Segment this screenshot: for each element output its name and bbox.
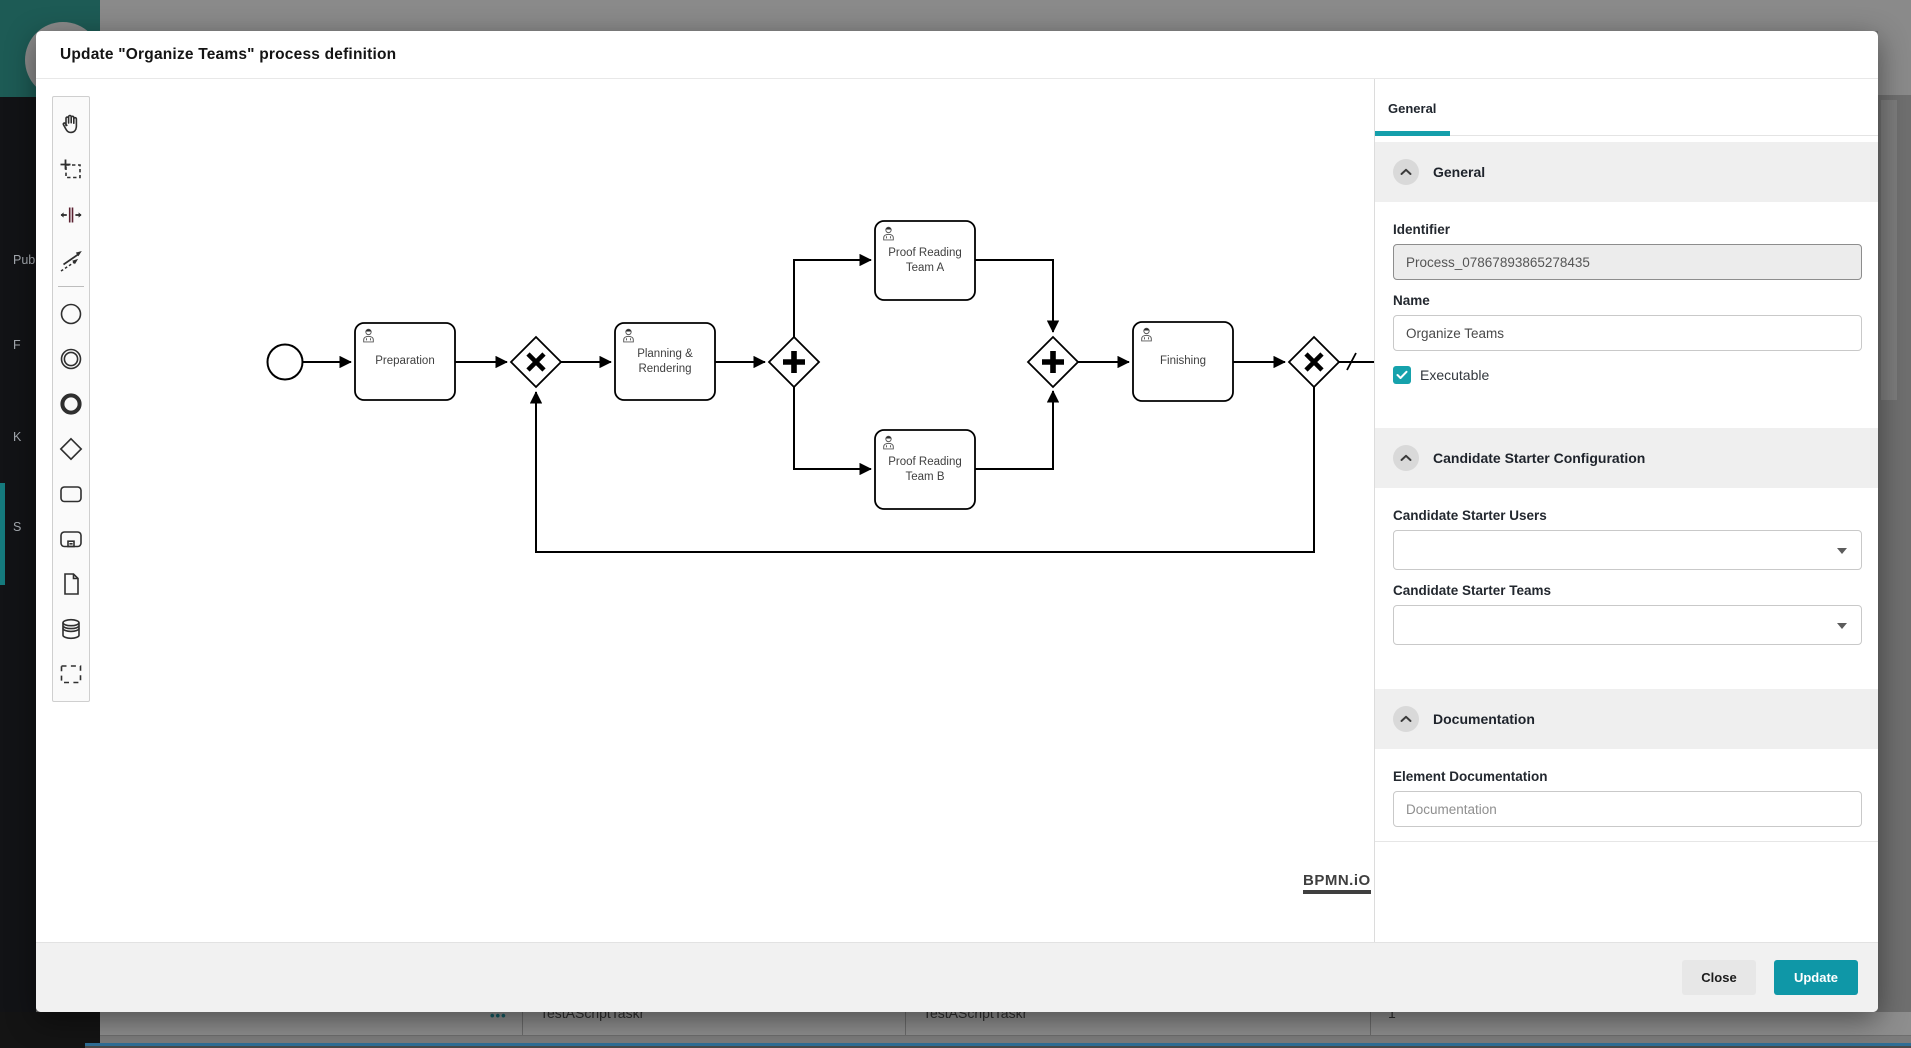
section-title-candidate: Candidate Starter Configuration <box>1433 450 1645 466</box>
close-button[interactable]: Close <box>1682 960 1756 995</box>
row-cell: TestAScriptTaskr <box>923 1012 1027 1021</box>
chevron-up-icon[interactable] <box>1393 445 1419 471</box>
exclusive-gateway-1[interactable] <box>511 337 561 387</box>
start-event-shape[interactable] <box>268 345 303 380</box>
dialog-title: Update "Organize Teams" process definiti… <box>60 46 396 64</box>
candidate-teams-select[interactable] <box>1393 605 1862 645</box>
update-process-dialog: Update "Organize Teams" process definiti… <box>36 31 1878 1012</box>
section-content-documentation: Element Documentation <box>1375 749 1878 842</box>
bpmn-io-logo[interactable]: BPMN.iO <box>1303 872 1371 894</box>
candidate-users-select[interactable] <box>1393 530 1862 570</box>
section-content-general: Identifier Name Executable <box>1375 202 1878 422</box>
background-app-sidebar: Pub F K S <box>0 97 36 1012</box>
table-row: ••• TestAScriptTaskr TestAScriptTaskr 1 <box>100 1012 1911 1036</box>
identifier-field <box>1393 244 1862 280</box>
candidate-users-label: Candidate Starter Users <box>1393 508 1862 523</box>
executable-checkbox-row[interactable]: Executable <box>1393 366 1862 384</box>
sidebar-item-label: K <box>13 430 21 444</box>
background-bottom-area: ••• TestAScriptTaskr TestAScriptTaskr 1 <box>0 1012 1911 1048</box>
properties-panel: General General Identifier Name <box>1374 79 1878 942</box>
bpmn-canvas[interactable]: Preparation Planning & Rendering Proof R… <box>36 79 1374 942</box>
name-field[interactable] <box>1393 315 1862 351</box>
sidebar-item-label: S <box>13 520 21 534</box>
checkbox-checked-icon[interactable] <box>1393 366 1411 384</box>
section-header-candidate[interactable]: Candidate Starter Configuration <box>1375 428 1878 488</box>
parallel-gateway-1[interactable] <box>769 337 819 387</box>
row-cell: TestAScriptTaskr <box>540 1012 644 1021</box>
cell-divider <box>1370 1012 1371 1036</box>
element-documentation-label: Element Documentation <box>1393 769 1862 784</box>
page-scrollbar <box>1881 100 1897 400</box>
task-proof-b-shape[interactable] <box>875 430 975 509</box>
element-documentation-field[interactable] <box>1393 791 1862 827</box>
chevron-down-icon <box>1837 623 1847 629</box>
executable-label: Executable <box>1420 367 1489 383</box>
section-title-documentation: Documentation <box>1433 711 1535 727</box>
tab-general[interactable]: General <box>1388 101 1436 116</box>
chevron-down-icon <box>1837 548 1847 554</box>
chevron-up-icon[interactable] <box>1393 706 1419 732</box>
chevron-up-icon[interactable] <box>1393 159 1419 185</box>
exclusive-gateway-2[interactable] <box>1289 337 1339 387</box>
background-right-area <box>1878 0 1911 1012</box>
cell-divider <box>522 1012 523 1036</box>
update-button[interactable]: Update <box>1774 960 1858 995</box>
row-cell: 1 <box>1388 1012 1396 1021</box>
task-finishing-shape[interactable] <box>1133 322 1233 401</box>
section-header-documentation[interactable]: Documentation <box>1375 689 1878 749</box>
parallel-gateway-2[interactable] <box>1028 337 1078 387</box>
row-menu-icon: ••• <box>490 1012 507 1023</box>
background-app-header <box>100 0 1911 31</box>
dialog-header: Update "Organize Teams" process definiti… <box>36 31 1878 79</box>
section-title-general: General <box>1433 164 1485 180</box>
sidebar-item-label: F <box>13 338 21 352</box>
sidebar-item-label: Pub <box>13 253 35 267</box>
panel-tabs: General <box>1375 79 1878 136</box>
tab-active-underline <box>1375 131 1450 136</box>
section-content-candidate: Candidate Starter Users Candidate Starte… <box>1375 488 1878 683</box>
sequence-flows[interactable] <box>303 260 1374 552</box>
name-label: Name <box>1393 293 1862 308</box>
background-right-header <box>1878 0 1911 95</box>
cell-divider <box>905 1012 906 1036</box>
task-proof-a-shape[interactable] <box>875 221 975 300</box>
bpmn-diagram <box>36 79 1374 942</box>
sidebar-active-indicator <box>0 483 5 585</box>
section-header-general[interactable]: General <box>1375 142 1878 202</box>
candidate-teams-label: Candidate Starter Teams <box>1393 583 1862 598</box>
identifier-label: Identifier <box>1393 222 1862 237</box>
dialog-footer: Close Update <box>36 942 1878 1012</box>
